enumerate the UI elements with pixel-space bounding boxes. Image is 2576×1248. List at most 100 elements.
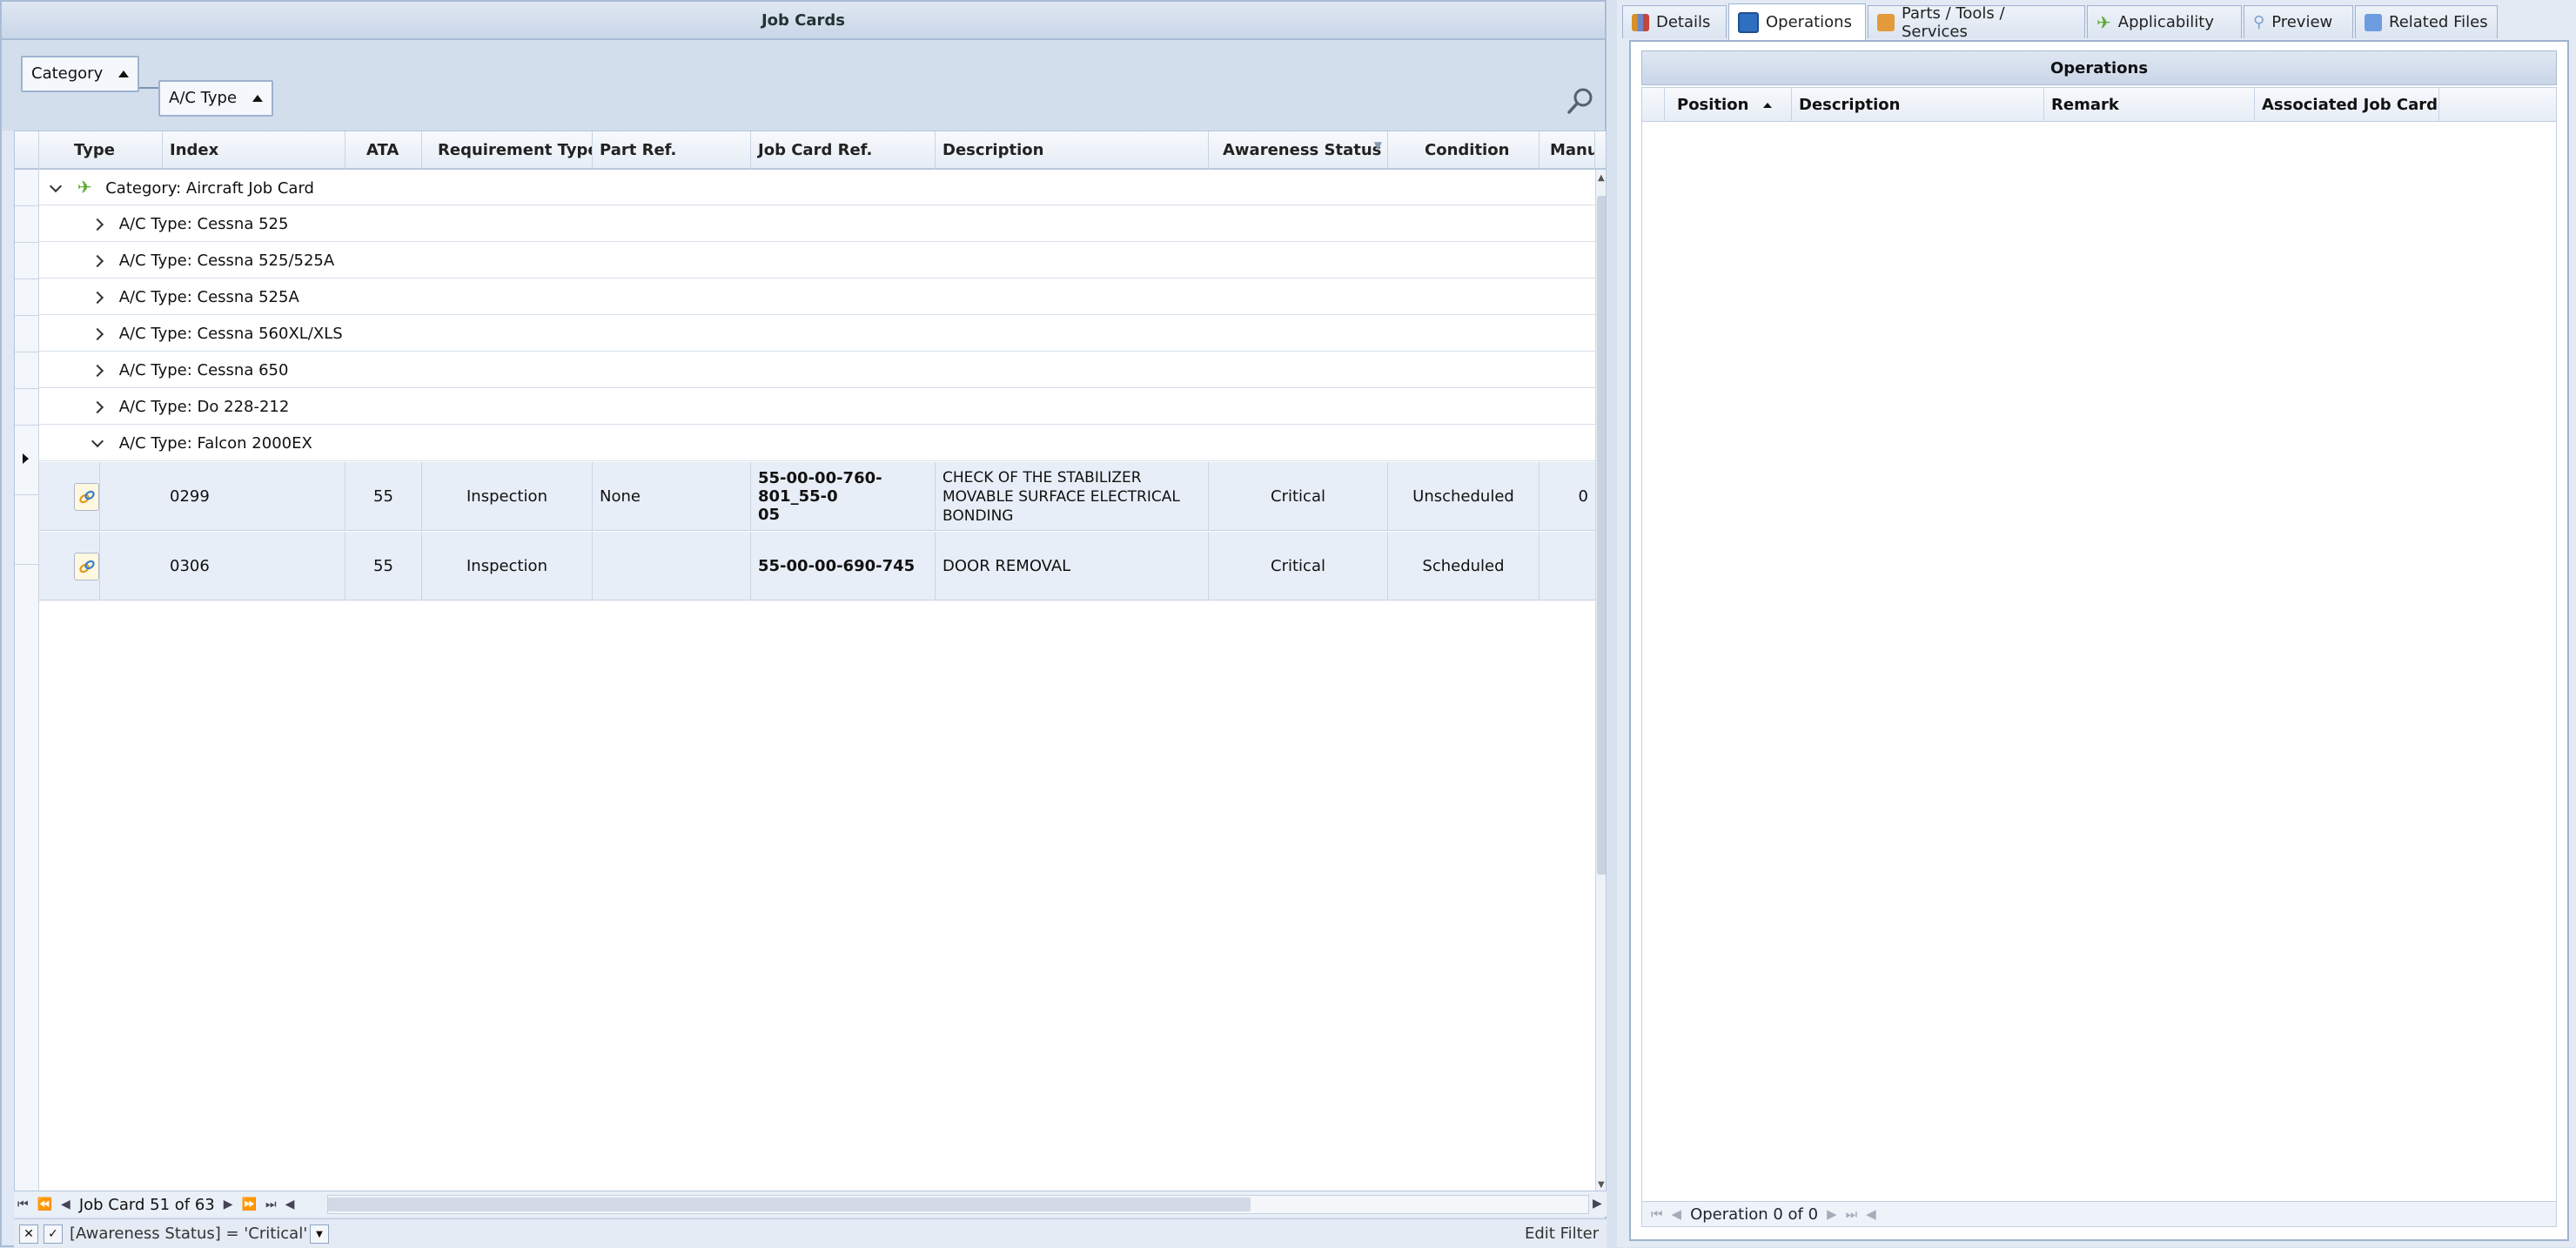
header-indicator — [1642, 88, 1665, 123]
cell-description: CHECK OF THE STABILIZER MOVABLE SURFACE … — [936, 462, 1209, 531]
next-page-icon[interactable]: ⏩ — [242, 1198, 257, 1211]
job-card-ref-line: 05 — [758, 506, 781, 524]
col-associated-job-card[interactable]: Associated Job Card — [2255, 88, 2439, 123]
table-row[interactable]: 0306 55 Inspection 55-00-00-690-745 DOOR… — [39, 532, 1595, 601]
group-row-ac-type[interactable]: A/C Type: Cessna 650 — [39, 352, 1595, 388]
indicator-divider — [15, 425, 39, 426]
tab-details[interactable]: Details — [1622, 5, 1727, 38]
group-row-label: A/C Type: Falcon 2000EX — [118, 434, 312, 453]
record-navigator: ⏮ ⏪ ◀ Job Card 51 of 63 ▶ ⏩ ⏭ ◀ ▶ — [14, 1191, 1607, 1217]
group-row-ac-type[interactable]: A/C Type: Cessna 525A — [39, 279, 1595, 315]
indicator-divider — [15, 278, 39, 279]
col-remark[interactable]: Remark — [2044, 88, 2255, 123]
prev-page-icon[interactable]: ⏪ — [37, 1198, 52, 1211]
clear-filter-icon[interactable]: ✕ — [19, 1225, 38, 1244]
horizontal-scrollbar[interactable] — [327, 1195, 1589, 1214]
tab-label: Related Files — [2389, 13, 2488, 31]
filter-enabled-checkbox[interactable]: ✓ — [44, 1225, 63, 1244]
col-awareness-status[interactable]: Awareness Status ▼ — [1209, 131, 1388, 170]
col-requirement-type[interactable]: Requirement Type — [422, 131, 593, 170]
operations-header: Position Description Remark Associated J… — [1641, 87, 2557, 123]
tools-icon — [1877, 13, 1895, 31]
last-record-icon[interactable]: ⏭ — [1846, 1206, 1858, 1222]
tab-strip: Details Operations Parts / Tools / Servi… — [1617, 3, 2576, 41]
scroll-thumb[interactable] — [328, 1198, 1251, 1211]
table-row[interactable]: 0299 55 Inspection None 55-00-00-760-801… — [39, 462, 1595, 531]
col-job-card-ref[interactable]: Job Card Ref. — [751, 131, 936, 170]
group-row-category[interactable]: ✈ Category: Aircraft Job Card — [39, 170, 1595, 205]
group-row-label: A/C Type: Cessna 560XL/XLS — [118, 325, 343, 343]
tab-related-files[interactable]: Related Files — [2355, 5, 2498, 38]
filter-dropdown-icon[interactable]: ▼ — [310, 1225, 329, 1244]
prev-record-icon[interactable]: ◀ — [1672, 1206, 1682, 1222]
group-row-label: A/C Type: Cessna 525/525A — [118, 252, 335, 270]
col-description[interactable]: Description — [936, 131, 1209, 170]
chevron-right-icon[interactable] — [91, 327, 104, 341]
details-panel: Details Operations Parts / Tools / Servi… — [1617, 0, 2576, 1247]
scroll-left-icon[interactable]: ◀ — [1866, 1206, 1876, 1222]
tab-label: Parts / Tools / Services — [1901, 3, 2005, 41]
cell-requirement-type: Inspection — [422, 462, 593, 531]
group-row-ac-type[interactable]: A/C Type: Cessna 560XL/XLS — [39, 316, 1595, 352]
cell-condition: Unscheduled — [1388, 462, 1540, 531]
tab-operations[interactable]: Operations — [1728, 3, 1866, 40]
tab-applicability[interactable]: ✈ Applicability — [2087, 5, 2242, 38]
chevron-right-icon[interactable] — [91, 218, 104, 231]
next-record-icon[interactable]: ▶ — [224, 1198, 233, 1211]
col-index[interactable]: Index — [163, 131, 345, 170]
group-row-ac-type[interactable]: A/C Type: Cessna 525/525A — [39, 243, 1595, 278]
cell-type — [74, 462, 100, 531]
group-chip-category[interactable]: Category — [21, 56, 140, 92]
cell-part-ref — [593, 532, 751, 601]
group-row-ac-type[interactable]: A/C Type: Cessna 525 — [39, 206, 1595, 242]
scroll-thumb[interactable] — [1597, 196, 1606, 875]
sort-ascending-icon — [252, 95, 264, 102]
cell-condition: Scheduled — [1388, 532, 1540, 601]
last-record-icon[interactable]: ⏭ — [265, 1198, 277, 1211]
job-card-link-icon[interactable] — [74, 552, 99, 580]
tab-parts-tools-services[interactable]: Parts / Tools / Services — [1868, 3, 2085, 41]
description-line: MOVABLE SURFACE ELECTRICAL — [943, 487, 1180, 506]
description-line: CHECK OF THE STABILIZER — [943, 468, 1142, 486]
indicator-divider — [15, 494, 39, 495]
col-ata[interactable]: ATA — [345, 131, 422, 170]
group-row-ac-type[interactable]: A/C Type: Do 228-212 — [39, 389, 1595, 425]
job-card-link-icon[interactable] — [74, 482, 99, 511]
chevron-right-icon[interactable] — [91, 364, 104, 378]
filter-expression[interactable]: [Awareness Status] = 'Critical' — [70, 1225, 307, 1243]
scroll-right-icon[interactable]: ▶ — [1593, 1197, 1602, 1211]
prev-record-icon[interactable]: ◀ — [61, 1198, 70, 1211]
vertical-scrollbar[interactable]: ▲ ▼ — [1595, 170, 1606, 1193]
scroll-left-icon[interactable]: ◀ — [285, 1198, 295, 1211]
col-part-ref[interactable]: Part Ref. — [593, 131, 751, 170]
chevron-right-icon[interactable] — [91, 254, 104, 268]
col-manuf-ref[interactable]: Manuf. R — [1540, 131, 1595, 170]
checklist-icon — [1738, 11, 1759, 33]
group-chip-ac-type[interactable]: A/C Type — [158, 80, 274, 117]
cell-requirement-type: Inspection — [422, 532, 593, 601]
chevron-right-icon[interactable] — [91, 291, 104, 305]
chevron-down-icon[interactable] — [91, 434, 104, 448]
col-type[interactable]: Type — [39, 131, 163, 170]
chevron-right-icon[interactable] — [91, 400, 104, 414]
chevron-down-icon[interactable] — [49, 179, 63, 193]
folder-icon — [2365, 13, 2382, 31]
col-position[interactable]: Position — [1665, 88, 1792, 123]
filter-funnel-icon[interactable]: ▼ — [1374, 131, 1382, 164]
col-description[interactable]: Description — [1792, 88, 2044, 123]
scroll-up-icon[interactable]: ▲ — [1598, 173, 1605, 183]
next-record-icon[interactable]: ▶ — [1827, 1206, 1837, 1222]
tab-label: Applicability — [2117, 13, 2214, 31]
edit-filter-link[interactable]: Edit Filter — [1525, 1225, 1599, 1243]
first-record-icon[interactable]: ⏮ — [1651, 1206, 1663, 1222]
tab-preview[interactable]: ⚲ Preview — [2244, 5, 2353, 38]
first-record-icon[interactable]: ⏮ — [17, 1198, 29, 1211]
indicator-divider — [15, 564, 39, 565]
navigator-text: Job Card 51 of 63 — [78, 1195, 215, 1214]
scroll-down-icon[interactable]: ▼ — [1598, 1180, 1605, 1190]
group-chip-label: Category — [31, 64, 104, 83]
group-row-ac-type[interactable]: A/C Type: Falcon 2000EX — [39, 426, 1595, 461]
group-row-label: A/C Type: Cessna 650 — [118, 361, 289, 379]
search-icon[interactable] — [1565, 85, 1596, 117]
col-condition[interactable]: Condition — [1388, 131, 1540, 170]
